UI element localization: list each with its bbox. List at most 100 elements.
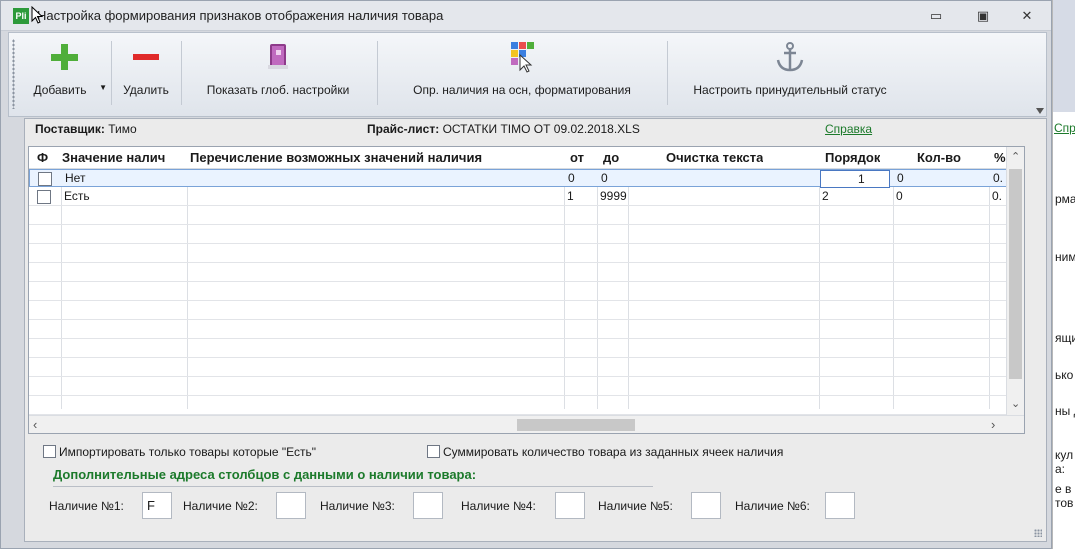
toolbar-overflow-icon[interactable] bbox=[1036, 108, 1044, 114]
minus-icon bbox=[133, 54, 159, 60]
column-header-value[interactable]: Значение налич bbox=[62, 150, 188, 165]
mouse-cursor-icon bbox=[31, 6, 43, 24]
scroll-up-icon[interactable]: ⌃ bbox=[1011, 150, 1020, 163]
empty-row[interactable] bbox=[29, 207, 1024, 225]
cell-value[interactable]: Нет bbox=[62, 170, 188, 188]
empty-row[interactable] bbox=[29, 397, 1024, 415]
cell-from[interactable]: 0 bbox=[565, 170, 598, 188]
sum-quantity-checkbox[interactable] bbox=[427, 445, 440, 458]
cell-enum[interactable] bbox=[187, 188, 564, 206]
section-divider bbox=[53, 486, 653, 487]
column-header-from[interactable]: от bbox=[570, 150, 584, 165]
availability-1-label: Наличие №1: bbox=[49, 499, 124, 513]
column-header-qty[interactable]: Кол-во bbox=[917, 150, 961, 165]
close-icon[interactable]: ✕ bbox=[1016, 7, 1038, 25]
availability-5-field[interactable] bbox=[691, 492, 721, 519]
cell-enum[interactable] bbox=[188, 170, 565, 188]
empty-row[interactable] bbox=[29, 321, 1024, 339]
dropdown-arrow-icon[interactable]: ▼ bbox=[99, 83, 107, 92]
availability-5-label: Наличие №5: bbox=[598, 499, 673, 513]
add-button[interactable]: Добавить ▼ bbox=[19, 37, 109, 109]
app-icon: Pli bbox=[13, 8, 29, 24]
book-icon bbox=[268, 44, 288, 69]
column-header-order[interactable]: Порядок bbox=[825, 150, 880, 165]
empty-row[interactable] bbox=[29, 378, 1024, 396]
availability-4-field[interactable] bbox=[555, 492, 585, 519]
cell-order[interactable]: 2 bbox=[819, 188, 893, 206]
empty-row[interactable] bbox=[29, 359, 1024, 377]
delete-button-label: Удалить bbox=[123, 83, 169, 97]
supplier-label: Поставщик: bbox=[35, 122, 105, 136]
table-row[interactable]: Есть 1 9999 2 0 0. bbox=[29, 188, 1024, 206]
background-text: кул bbox=[1055, 448, 1074, 462]
vertical-scrollbar[interactable]: ⌃ ⌄ bbox=[1006, 147, 1024, 417]
vertical-scroll-thumb[interactable] bbox=[1009, 169, 1022, 379]
column-header-percent[interactable]: % bbox=[994, 150, 1006, 165]
help-link[interactable]: Справка bbox=[825, 122, 872, 136]
cell-to[interactable]: 0 bbox=[598, 170, 629, 188]
add-button-label: Добавить bbox=[33, 83, 87, 97]
table-row[interactable]: Нет 0 0 1 0 0. bbox=[29, 169, 1024, 188]
import-only-available-label: Импортировать только товары которые "Ест… bbox=[59, 445, 317, 459]
background-help-link[interactable]: Спра bbox=[1054, 121, 1075, 135]
cell-cleanup[interactable] bbox=[629, 170, 820, 188]
empty-row[interactable] bbox=[29, 302, 1024, 320]
horizontal-scroll-thumb[interactable] bbox=[517, 419, 635, 431]
availability-3-field[interactable] bbox=[413, 492, 443, 519]
color-grid-cursor-icon bbox=[511, 42, 534, 73]
global-settings-label: Показать глоб. настройки bbox=[206, 83, 350, 97]
import-only-available-option[interactable]: Импортировать только товары которые "Ест… bbox=[43, 443, 316, 459]
settings-panel: Поставщик: Тимо Прайс-лист: ОСТАТКИ TIMO… bbox=[24, 118, 1047, 542]
background-window: Спра рмаі ним ящи ько ны д кул а: е в то… bbox=[1052, 0, 1075, 549]
toolbar-separator bbox=[377, 41, 378, 105]
resize-grip-icon[interactable] bbox=[1034, 529, 1042, 537]
anchor-icon bbox=[776, 42, 804, 72]
empty-row[interactable] bbox=[29, 245, 1024, 263]
row-flag-checkbox[interactable] bbox=[37, 190, 51, 204]
availability-4-label: Наличие №4: bbox=[461, 499, 536, 513]
scroll-left-icon[interactable]: ‹ bbox=[33, 417, 37, 432]
sum-quantity-option[interactable]: Суммировать количество товара из заданны… bbox=[427, 443, 783, 459]
minimize-icon[interactable]: ▭ bbox=[925, 7, 947, 25]
title-bar[interactable]: Pli Настройка формирования признаков ото… bbox=[1, 1, 1051, 31]
plus-icon bbox=[51, 44, 78, 70]
cell-percent[interactable]: 0. bbox=[989, 188, 1007, 206]
background-text: тов bbox=[1055, 496, 1074, 510]
column-header-cleanup[interactable]: Очистка текста bbox=[666, 150, 763, 165]
cell-from[interactable]: 1 bbox=[564, 188, 597, 206]
import-only-available-checkbox[interactable] bbox=[43, 445, 56, 458]
availability-2-field[interactable] bbox=[276, 492, 306, 519]
empty-row[interactable] bbox=[29, 340, 1024, 358]
empty-row[interactable] bbox=[29, 264, 1024, 282]
cell-value[interactable]: Есть bbox=[61, 188, 187, 206]
cell-qty[interactable]: 0 bbox=[894, 170, 990, 188]
horizontal-scrollbar[interactable]: ‹ › bbox=[29, 415, 1024, 433]
availability-6-field[interactable] bbox=[825, 492, 855, 519]
background-text: ним bbox=[1055, 250, 1075, 264]
toolbar-separator bbox=[181, 41, 182, 105]
empty-row[interactable] bbox=[29, 226, 1024, 244]
delete-button[interactable]: Удалить bbox=[113, 37, 179, 109]
cell-qty[interactable]: 0 bbox=[893, 188, 989, 206]
cell-cleanup[interactable] bbox=[628, 188, 819, 206]
background-text: ько bbox=[1055, 368, 1074, 382]
availability-1-field[interactable]: F bbox=[142, 492, 172, 519]
toolbar-grip-icon[interactable] bbox=[12, 39, 15, 109]
background-text: ящи bbox=[1055, 331, 1075, 345]
scroll-down-icon[interactable]: ⌄ bbox=[1011, 397, 1020, 410]
empty-row[interactable] bbox=[29, 283, 1024, 301]
background-text: е в bbox=[1055, 482, 1072, 496]
column-header-to[interactable]: до bbox=[603, 150, 619, 165]
maximize-icon[interactable]: ▣ bbox=[972, 7, 994, 25]
order-edit-field[interactable]: 1 bbox=[820, 170, 890, 188]
cell-to[interactable]: 9999 bbox=[597, 188, 628, 206]
toolbar: Добавить ▼ Удалить Показать глоб. настро… bbox=[8, 32, 1047, 117]
availability-formatting-button[interactable]: Опр. наличия на осн, форматирования bbox=[381, 37, 663, 109]
scroll-right-icon[interactable]: › bbox=[991, 417, 995, 432]
global-settings-button[interactable]: Показать глоб. настройки bbox=[185, 37, 371, 109]
row-flag-checkbox[interactable] bbox=[38, 172, 52, 186]
force-status-button[interactable]: Настроить принудительный статус bbox=[671, 37, 909, 109]
column-header-enum[interactable]: Перечисление возможных значений наличия bbox=[190, 150, 562, 165]
cell-order[interactable]: 1 bbox=[855, 171, 885, 189]
column-header-flag[interactable]: Ф bbox=[37, 150, 48, 165]
